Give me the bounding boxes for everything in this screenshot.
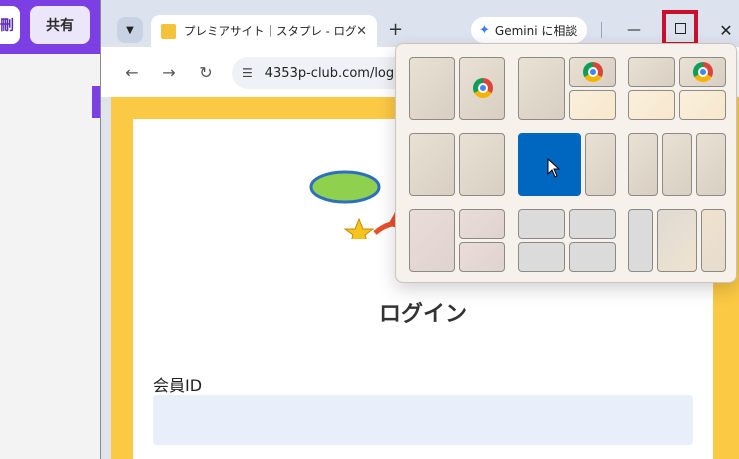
snap-layouts-flyout [395, 43, 737, 283]
site-favicon-icon [161, 23, 176, 39]
url-text: 4353p-club.com/logi [264, 65, 398, 81]
tab-title: プレミアサイト｜スタプレ - ログイン [184, 24, 357, 38]
chrome-icon [693, 62, 713, 82]
new-tab-button[interactable]: + [388, 19, 403, 40]
window-close-button[interactable]: ✕ [713, 17, 739, 43]
forward-arrow-icon[interactable]: → [158, 61, 180, 83]
chrome-icon [583, 62, 603, 82]
tab-active[interactable]: プレミアサイト｜スタプレ - ログイン ✕ [151, 15, 377, 47]
gemini-button[interactable]: ✦ Gemini に相談 [471, 17, 588, 43]
page-title: ログイン [378, 302, 467, 327]
snap-layout-5-right-small[interactable] [585, 133, 616, 196]
snap-layout-4-left[interactable] [409, 133, 455, 196]
snap-layout-8-top-left[interactable] [518, 209, 565, 239]
reload-icon[interactable]: ↻ [195, 61, 217, 83]
minimize-button[interactable]: — [621, 17, 647, 43]
chevron-down-icon: ▼ [126, 24, 134, 36]
background-app: 刪 共有 [0, 0, 100, 459]
snap-layout-8-bottom-right[interactable] [569, 242, 616, 272]
close-icon[interactable]: ✕ [356, 24, 367, 39]
tab-strip: ▼ プレミアサイト｜スタプレ - ログイン ✕ + ✦ Gemini に相談 —… [101, 0, 739, 47]
chrome-icon [473, 78, 493, 98]
back-arrow-icon[interactable]: ← [121, 61, 143, 83]
snap-layout-3-bottom-right[interactable] [679, 90, 726, 120]
snap-layout-1-right[interactable] [459, 57, 505, 120]
snap-layout-9-right-narrow[interactable] [701, 209, 726, 272]
background-app-accent-bar [92, 86, 100, 118]
snap-layout-7-left[interactable] [409, 209, 455, 272]
close-icon: ✕ [719, 20, 733, 40]
member-id-input[interactable] [153, 395, 693, 445]
snap-layout-6-col1[interactable] [628, 133, 658, 196]
snap-layout-9-left-narrow[interactable] [628, 209, 653, 272]
snap-layout-7-right-bottom[interactable] [459, 242, 505, 272]
snap-layout-9-center[interactable] [657, 209, 697, 272]
background-app-button-left[interactable]: 刪 [0, 6, 20, 44]
mouse-cursor-icon [547, 158, 561, 178]
snap-layout-1-left[interactable] [409, 57, 455, 120]
snap-layout-2-right-bottom[interactable] [569, 90, 616, 120]
minimize-icon: — [627, 22, 641, 38]
tab-search-button[interactable]: ▼ [117, 17, 143, 43]
snap-layout-7-right-top[interactable] [459, 209, 505, 239]
snap-layout-2-left[interactable] [518, 57, 565, 120]
snap-layout-6-col2[interactable] [662, 133, 692, 196]
member-id-label: 会員ID [153, 376, 203, 395]
snap-layout-6-col3[interactable] [696, 133, 726, 196]
snap-layout-3-top-right[interactable] [679, 57, 726, 87]
maximize-icon [674, 22, 686, 34]
snap-layout-3-bottom-left[interactable] [628, 90, 675, 120]
gemini-icon: ✦ [479, 22, 490, 38]
background-app-share-button[interactable]: 共有 [30, 6, 90, 44]
divider [601, 22, 602, 38]
gemini-label: Gemini に相談 [494, 23, 578, 38]
snap-layout-4-right[interactable] [459, 133, 505, 196]
snap-layout-3-top-left[interactable] [628, 57, 675, 87]
snap-layout-2-right-top[interactable] [569, 57, 616, 87]
snap-layout-5-left-large[interactable] [518, 133, 581, 196]
snap-layout-8-bottom-left[interactable] [518, 242, 565, 272]
maximize-button[interactable] [662, 10, 698, 46]
snap-layout-8-top-right[interactable] [569, 209, 616, 239]
site-settings-icon[interactable]: ☰ [242, 66, 253, 80]
